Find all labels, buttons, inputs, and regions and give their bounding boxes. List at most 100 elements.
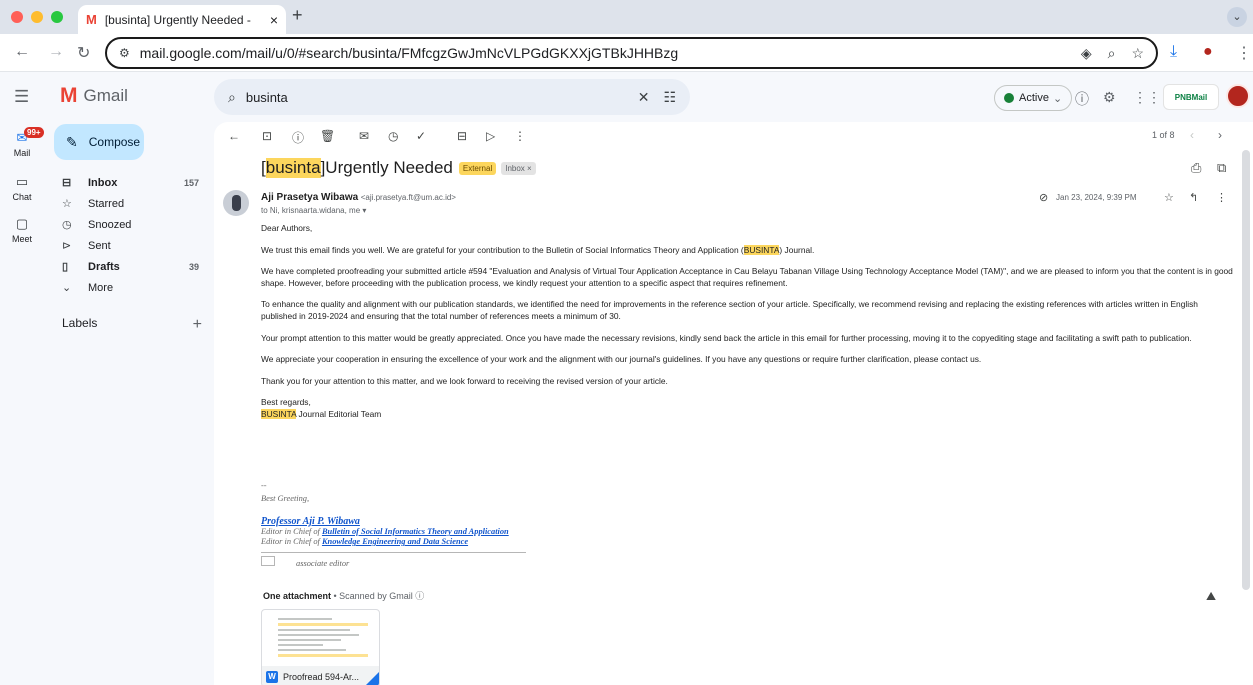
broken-image-icon bbox=[261, 556, 275, 566]
sender-name[interactable]: Aji Prasetya Wibawa bbox=[261, 192, 358, 203]
report-spam-icon[interactable]: ⓘ bbox=[292, 129, 304, 146]
meet-icon: ▢ bbox=[15, 216, 29, 231]
sidebar-item-starred[interactable]: ☆ Starred bbox=[52, 193, 207, 214]
sidebar-item-count: 39 bbox=[188, 261, 199, 272]
rail-mail-label: Mail bbox=[13, 148, 31, 158]
status-dot-icon bbox=[1004, 93, 1014, 103]
search-input[interactable]: businta bbox=[246, 90, 624, 105]
add-task-icon[interactable]: ✓ bbox=[416, 129, 426, 143]
move-to-icon[interactable]: ⊟ bbox=[457, 129, 467, 143]
sidebar-item-label: Inbox bbox=[88, 176, 118, 189]
sidebar-item-inbox[interactable]: ⊟ Inbox 157 bbox=[52, 172, 207, 193]
main-menu-icon[interactable]: ☰ bbox=[14, 87, 29, 107]
url-text[interactable]: mail.google.com/mail/u/0/#search/businta… bbox=[140, 45, 1065, 61]
prev-page-icon[interactable]: ‹ bbox=[1190, 128, 1194, 142]
status-label: Active bbox=[1019, 92, 1049, 104]
paragraph-1: We trust this email finds you well. We a… bbox=[261, 244, 1236, 257]
labels-section: Labels + bbox=[62, 316, 202, 334]
sig-link-businta[interactable]: Bulletin of Social Informatics Theory an… bbox=[322, 527, 509, 536]
browser-toolbar: ← → ↻ ⚙ mail.google.com/mail/u/0/#search… bbox=[0, 34, 1253, 72]
p1-highlight: BUSINTA bbox=[743, 244, 780, 255]
zoom-icon[interactable]: ⌕ bbox=[1108, 45, 1116, 62]
sig-line-1-prefix: Editor in Chief of bbox=[261, 527, 322, 536]
sender-avatar[interactable] bbox=[223, 190, 249, 216]
message-toolbar: ← ⊡ ⓘ 🗑 ✉ ◷ ✓ ⊟ ▷ ⋮ 1 of 8 ‹ › bbox=[214, 122, 1253, 152]
sidebar-item-more[interactable]: ⌄ More bbox=[52, 277, 207, 298]
site-info-icon[interactable]: ⚙ bbox=[119, 46, 130, 60]
chat-icon: ▭ bbox=[15, 174, 29, 189]
attachment-preview bbox=[278, 618, 368, 666]
inbox-chip[interactable]: Inbox × bbox=[501, 161, 536, 175]
pencil-icon: ✎ bbox=[66, 133, 78, 150]
sidebar-item-sent[interactable]: ⊳ Sent bbox=[52, 235, 207, 256]
address-bar[interactable]: ⚙ mail.google.com/mail/u/0/#search/busin… bbox=[105, 37, 1158, 69]
support-icon[interactable]: ⓘ bbox=[1075, 89, 1089, 109]
forward-arrow-icon[interactable]: → bbox=[48, 43, 64, 61]
team-text: Journal Editorial Team bbox=[296, 408, 382, 419]
sig-associate: associate editor bbox=[296, 559, 350, 568]
sidebar-item-drafts[interactable]: ▯ Drafts 39 bbox=[52, 256, 207, 277]
browser-tab-active[interactable]: M [businta] Urgently Needed - × bbox=[78, 5, 286, 34]
label-icon[interactable]: ▷ bbox=[486, 129, 495, 143]
message-more-icon[interactable]: ⋮ bbox=[1216, 191, 1227, 204]
search-bar[interactable]: ⌕ businta ✕ ☷ bbox=[214, 79, 690, 115]
tab-close-icon[interactable]: × bbox=[270, 12, 278, 28]
team-highlight: BUSINTA bbox=[261, 408, 297, 419]
window-close-button[interactable] bbox=[11, 11, 23, 23]
recipients[interactable]: to Ni, krisnaarta.widana, me ▾ bbox=[261, 206, 366, 215]
extension-icon[interactable]: ◈ bbox=[1081, 45, 1092, 62]
status-selector[interactable]: Active ⌄ bbox=[994, 85, 1073, 111]
mark-unread-icon[interactable]: ✉ bbox=[359, 129, 369, 143]
next-page-icon[interactable]: › bbox=[1218, 128, 1222, 142]
attachment-scanned: • Scanned by Gmail ⓘ bbox=[331, 591, 425, 601]
tab-search-button[interactable]: ⌄ bbox=[1227, 7, 1247, 27]
apps-grid-icon[interactable]: ⋮⋮ bbox=[1133, 89, 1161, 106]
attachment-heading: One attachment • Scanned by Gmail ⓘ bbox=[263, 589, 424, 602]
sidebar-item-snoozed[interactable]: ◷ Snoozed bbox=[52, 214, 207, 235]
window-zoom-button[interactable] bbox=[51, 11, 63, 23]
reply-icon[interactable]: ↰ bbox=[1189, 191, 1198, 204]
settings-gear-icon[interactable]: ⚙ bbox=[1103, 89, 1116, 106]
scrollbar[interactable] bbox=[1242, 150, 1250, 590]
gmail-m-icon: M bbox=[60, 84, 78, 107]
compose-button[interactable]: ✎ Compose bbox=[54, 124, 144, 160]
download-icon[interactable]: ⤓ bbox=[1170, 43, 1177, 61]
attachment-card[interactable]: W Proofread 594-Ar... bbox=[261, 609, 380, 685]
sig-link-keds[interactable]: Knowledge Engineering and Data Science bbox=[322, 537, 468, 546]
clock-icon: ◷ bbox=[62, 219, 72, 231]
back-arrow-icon[interactable]: ← bbox=[14, 43, 30, 61]
rail-chat[interactable]: ▭ Chat bbox=[0, 174, 44, 202]
open-new-window-icon[interactable]: ⧉ bbox=[1217, 160, 1226, 176]
browser-menu-icon[interactable]: ⋮ bbox=[1236, 43, 1252, 63]
search-options-icon[interactable]: ☷ bbox=[663, 89, 676, 106]
gmail-logo-text: Gmail bbox=[83, 86, 128, 105]
snooze-icon[interactable]: ◷ bbox=[388, 129, 398, 143]
back-to-list-icon[interactable]: ← bbox=[228, 129, 240, 143]
bookmark-star-icon[interactable]: ☆ bbox=[1131, 45, 1144, 62]
add-label-icon[interactable]: + bbox=[193, 316, 202, 334]
sidebar-item-label: Starred bbox=[88, 197, 125, 210]
sender-line: Aji Prasetya Wibawa <aji.prasetya.ft@um.… bbox=[261, 192, 456, 203]
rail-mail[interactable]: ✉ Mail 99+ bbox=[0, 127, 44, 158]
rail-chat-label: Chat bbox=[12, 192, 32, 202]
search-icon[interactable]: ⌕ bbox=[228, 89, 236, 106]
delete-icon[interactable]: 🗑 bbox=[320, 129, 335, 143]
rail-meet[interactable]: ▢ Meet bbox=[0, 216, 44, 244]
archive-icon[interactable]: ⊡ bbox=[262, 129, 272, 143]
print-icon[interactable]: ⎙ bbox=[1191, 160, 1201, 176]
sig-name[interactable]: Professor Aji P. Wibawa bbox=[261, 517, 509, 527]
paragraph-4: Your prompt attention to this matter wou… bbox=[261, 332, 1192, 343]
clear-search-icon[interactable]: ✕ bbox=[638, 89, 650, 106]
sidebar-item-label: Drafts bbox=[88, 260, 120, 273]
profile-avatar-icon[interactable]: ● bbox=[1203, 43, 1213, 61]
new-tab-button[interactable]: + bbox=[292, 5, 303, 26]
reload-icon[interactable]: ↻ bbox=[77, 43, 90, 63]
star-icon[interactable]: ☆ bbox=[1164, 191, 1174, 204]
account-avatar[interactable] bbox=[1226, 84, 1250, 108]
sig-greeting: Best Greeting, bbox=[261, 494, 310, 503]
gmail-logo[interactable]: M Gmail bbox=[60, 84, 128, 108]
window-minimize-button[interactable] bbox=[31, 11, 43, 23]
org-logo[interactable]: PNBMail bbox=[1163, 84, 1219, 110]
add-to-drive-icon[interactable]: ⛰ bbox=[1206, 589, 1216, 604]
more-options-icon[interactable]: ⋮ bbox=[514, 129, 526, 143]
